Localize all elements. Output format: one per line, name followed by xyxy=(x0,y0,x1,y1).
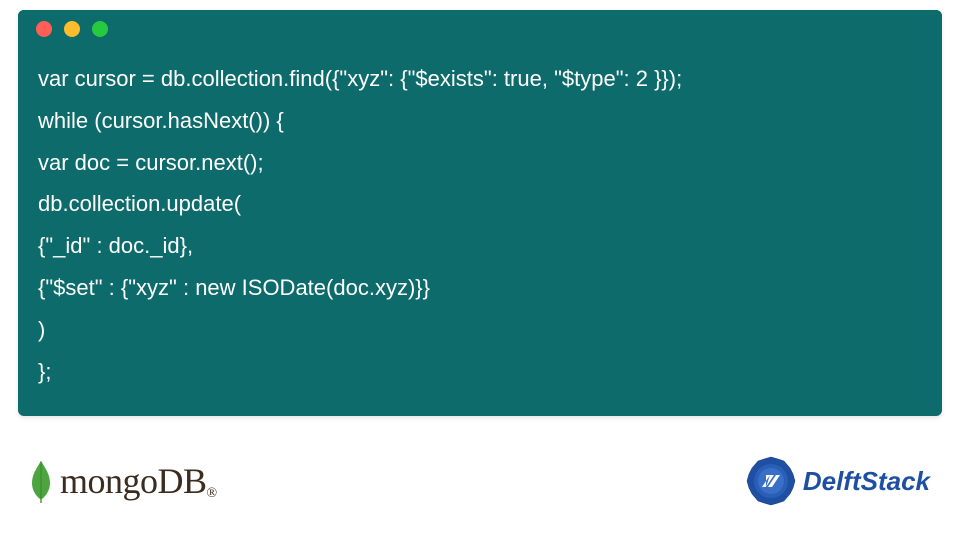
mongodb-label: mongoDB xyxy=(60,461,207,501)
mongodb-text: mongoDB® xyxy=(60,460,217,502)
code-line: var doc = cursor.next(); xyxy=(38,150,264,175)
mongodb-reg-mark: ® xyxy=(207,486,217,501)
code-window: var cursor = db.collection.find({"xyz": … xyxy=(18,10,942,416)
code-line: db.collection.update( xyxy=(38,191,241,216)
code-line: var cursor = db.collection.find({"xyz": … xyxy=(38,66,682,91)
minimize-dot-icon xyxy=(64,21,80,37)
code-line: {"$set" : {"xyz" : new ISODate(doc.xyz)}… xyxy=(38,275,430,300)
maximize-dot-icon xyxy=(92,21,108,37)
code-line: ) xyxy=(38,317,45,342)
footer: mongoDB® DelftStack xyxy=(0,416,960,540)
mongodb-logo: mongoDB® xyxy=(30,459,217,503)
code-body: var cursor = db.collection.find({"xyz": … xyxy=(18,48,942,416)
code-line: while (cursor.hasNext()) { xyxy=(38,108,284,133)
delftstack-text: DelftStack xyxy=(803,466,930,497)
delftstack-logo: DelftStack xyxy=(745,455,930,507)
close-dot-icon xyxy=(36,21,52,37)
mongodb-leaf-icon xyxy=(30,459,52,503)
code-line: {"_id" : doc._id}, xyxy=(38,233,193,258)
delftstack-gear-icon xyxy=(745,455,797,507)
code-line: }; xyxy=(38,359,51,384)
window-title-bar xyxy=(18,10,942,48)
